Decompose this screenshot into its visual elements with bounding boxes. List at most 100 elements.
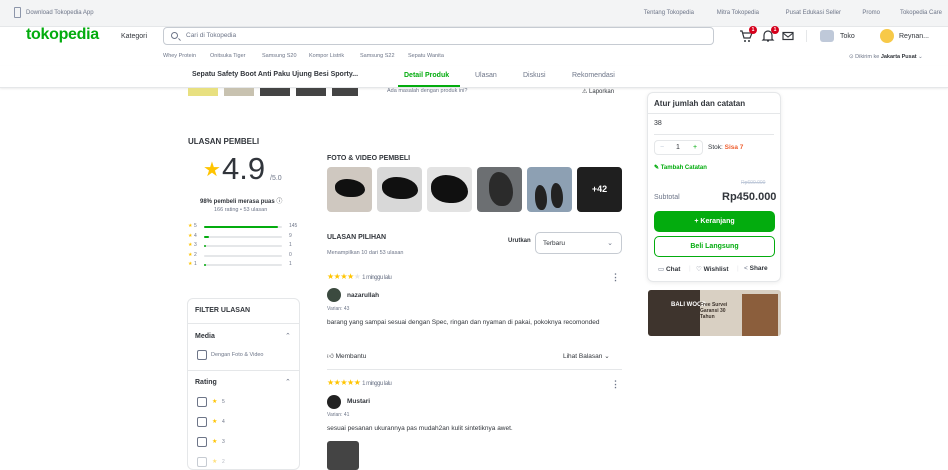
checkbox-media[interactable] <box>197 350 207 360</box>
star-icon: ★ <box>188 251 193 258</box>
buyer-photo[interactable] <box>377 167 422 212</box>
report-link[interactable]: ⚠ Laporkan <box>582 88 614 95</box>
product-thumbnail[interactable] <box>296 88 326 96</box>
tab-ulasan[interactable]: Ulasan <box>475 72 497 79</box>
add-note-link[interactable]: ✎ Tambah Catatan <box>654 164 707 171</box>
sort-dropdown[interactable]: Terbaru ⌄ <box>535 232 622 254</box>
link-promo[interactable]: Promo <box>862 10 880 16</box>
star-icon: ★ <box>188 261 193 267</box>
card-divider <box>648 113 780 114</box>
link-tentang[interactable]: Tentang Tokopedia <box>644 10 694 16</box>
product-thumbnail[interactable] <box>188 88 218 96</box>
inbox-button[interactable] <box>781 29 795 43</box>
suggestion-item[interactable]: Sepatu Wanita <box>408 53 444 59</box>
star-icon: ★ <box>212 419 218 425</box>
star-icon: ★ <box>203 159 221 181</box>
rating-bar-star: 4 <box>194 232 197 239</box>
rating-bar-row: ★ 5 145 <box>188 222 306 232</box>
tab-rekomendasi[interactable]: Rekomendasi <box>572 72 615 79</box>
review-photo[interactable] <box>327 441 359 470</box>
checkbox-rating-2[interactable] <box>197 457 207 467</box>
suggestion-item[interactable]: Onitsuka Tiger <box>210 53 245 59</box>
wishlist-button[interactable]: ♡ Wishlist <box>696 265 729 273</box>
link-care[interactable]: Tokopedia Care <box>900 10 942 16</box>
more-options-icon[interactable]: ⋮ <box>611 272 620 283</box>
buyer-photo[interactable] <box>527 167 572 212</box>
notification-button[interactable]: 1 <box>761 26 779 43</box>
suggestion-item[interactable]: Whey Protein <box>163 53 196 59</box>
user-avatar[interactable] <box>880 29 894 43</box>
helpful-button[interactable]: 👍︎ Membantu <box>327 352 366 360</box>
review-time: 1 minggu lalu <box>362 381 392 387</box>
report-question: Ada masalah dengan produk ini? <box>387 88 468 94</box>
kategori-menu[interactable]: Kategori <box>121 33 147 40</box>
quantity-stepper[interactable]: − 1 + <box>654 140 703 155</box>
chevron-up-icon[interactable]: ⌃ <box>285 332 291 340</box>
view-replies-button[interactable]: Lihat Balasan ⌄ <box>563 352 610 360</box>
product-name: Sepatu Safety Boot Anti Paku Ujung Besi … <box>192 71 359 78</box>
quantity-value[interactable]: 1 <box>676 144 680 151</box>
product-tab-bar <box>0 66 948 88</box>
toko-link[interactable]: Toko <box>840 33 855 40</box>
tab-detail-produk[interactable]: Detail Produk <box>404 72 449 79</box>
buyer-photos-title: FOTO & VIDEO PEMBELI <box>327 155 411 162</box>
rating-bar-star: 5 <box>194 223 197 229</box>
rating-bar-count: 9 <box>289 232 292 239</box>
mail-icon <box>782 31 794 41</box>
product-thumbnail[interactable] <box>260 88 290 96</box>
chat-icon: ▭ <box>658 266 666 273</box>
rating-bar-count: 145 <box>289 223 298 229</box>
more-options-icon[interactable]: ⋮ <box>611 379 620 390</box>
buyer-photo[interactable] <box>427 167 472 212</box>
checkbox-rating-4[interactable] <box>197 417 207 427</box>
user-name[interactable]: Reynan... <box>899 33 929 40</box>
warning-icon: ⚠ <box>582 89 590 95</box>
rating-bar-track <box>204 235 282 238</box>
add-to-cart-button[interactable]: + Keranjang <box>654 211 775 232</box>
suggestion-item[interactable]: Kompor Listrik <box>309 53 344 59</box>
original-price: Rp600.000 <box>741 180 766 186</box>
rating-bar-track <box>204 264 282 266</box>
store-icon[interactable] <box>820 30 834 42</box>
rating-bar-star: 1 <box>194 261 197 267</box>
selected-variant: 38 <box>654 120 662 127</box>
suggestion-item[interactable]: Samsung S22 <box>360 53 395 59</box>
download-app-link[interactable]: Download Tokopedia App <box>26 10 94 16</box>
selected-reviews-title: ULASAN PILIHAN <box>327 234 387 241</box>
cart-button[interactable]: 1 <box>739 26 757 43</box>
buy-now-button[interactable]: Beli Langsung <box>654 236 775 257</box>
tab-diskusi[interactable]: Diskusi <box>523 72 546 79</box>
buyer-photo-more[interactable]: +42 <box>577 167 622 212</box>
checkbox-rating-5[interactable] <box>197 397 207 407</box>
chat-button[interactable]: ▭ Chat <box>658 265 680 273</box>
ad-banner[interactable]: BALI WOOD Free Survei Garansi 30 Tahun <box>648 290 781 336</box>
review-divider <box>327 369 622 370</box>
plus-button[interactable]: + <box>693 144 697 151</box>
rating-distribution: ★ 5 145 ★ 4 9 ★ 3 1 ★ 2 0 ★ 1 1 <box>188 222 306 270</box>
filter-rating-head[interactable]: Rating <box>195 379 217 386</box>
link-mitra[interactable]: Mitra Tokopedia <box>717 10 759 16</box>
link-edukasi[interactable]: Pusat Edukasi Seller <box>786 10 841 16</box>
share-button[interactable]: < Share <box>744 265 768 272</box>
shipping-location[interactable]: ⊙ Dikirim ke Jakarta Pusat ⌄ <box>849 54 923 60</box>
checkbox-rating-3[interactable] <box>197 437 207 447</box>
product-thumbnail[interactable] <box>332 88 358 96</box>
search-input[interactable]: Cari di Tokopedia <box>163 27 714 45</box>
chevron-down-icon: ⌄ <box>604 353 610 360</box>
minus-button[interactable]: − <box>660 144 664 151</box>
rating-bar-track <box>204 226 282 228</box>
filter-media-head[interactable]: Media <box>195 333 215 340</box>
buyer-photo[interactable] <box>477 167 522 212</box>
tokopedia-logo[interactable]: tokopedia <box>26 26 99 44</box>
rating-bar-star: 3 <box>194 242 197 248</box>
thumbs-up-icon: 👍︎ <box>327 353 336 360</box>
rating-bar-row: ★ 1 1 <box>188 260 306 270</box>
location-value: Jakarta Pusat <box>880 54 917 60</box>
suggestion-item[interactable]: Samsung S20 <box>262 53 297 59</box>
star-icon: ★ <box>212 439 218 445</box>
info-icon[interactable]: ⓘ <box>276 199 282 205</box>
sort-value: Terbaru <box>543 240 566 247</box>
product-thumbnail[interactable] <box>224 88 254 96</box>
chevron-up-icon[interactable]: ⌃ <box>285 378 291 386</box>
buyer-photo[interactable] <box>327 167 372 212</box>
